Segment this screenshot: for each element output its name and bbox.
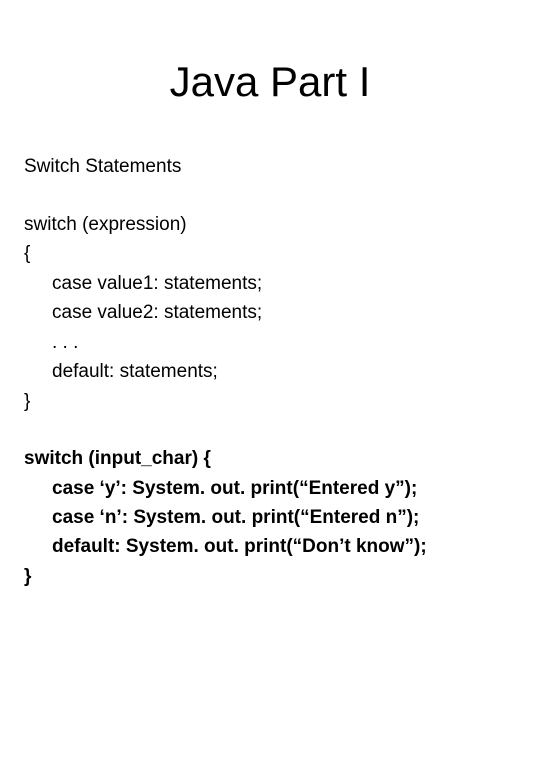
code-line: } [24,387,516,416]
code-line: switch (input_char) { [24,444,516,473]
code-line: default: System. out. print(“Don’t know”… [24,532,516,561]
code-line: case ‘n’: System. out. print(“Entered n”… [24,503,516,532]
code-line: case value1: statements; [24,269,516,298]
code-block-example: switch (input_char) { case ‘y’: System. … [24,444,516,591]
page-title: Java Part I [0,58,540,106]
code-line: case ‘y’: System. out. print(“Entered y”… [24,474,516,503]
subtitle: Switch Statements [24,156,516,178]
code-line: default: statements; [24,357,516,386]
code-line: } [24,562,516,591]
code-block-generic: switch (expression) { case value1: state… [24,210,516,416]
code-line: . . . [24,328,516,357]
code-line: { [24,239,516,268]
code-line: switch (expression) [24,210,516,239]
content-area: Switch Statements switch (expression) { … [0,156,540,591]
code-line: case value2: statements; [24,298,516,327]
